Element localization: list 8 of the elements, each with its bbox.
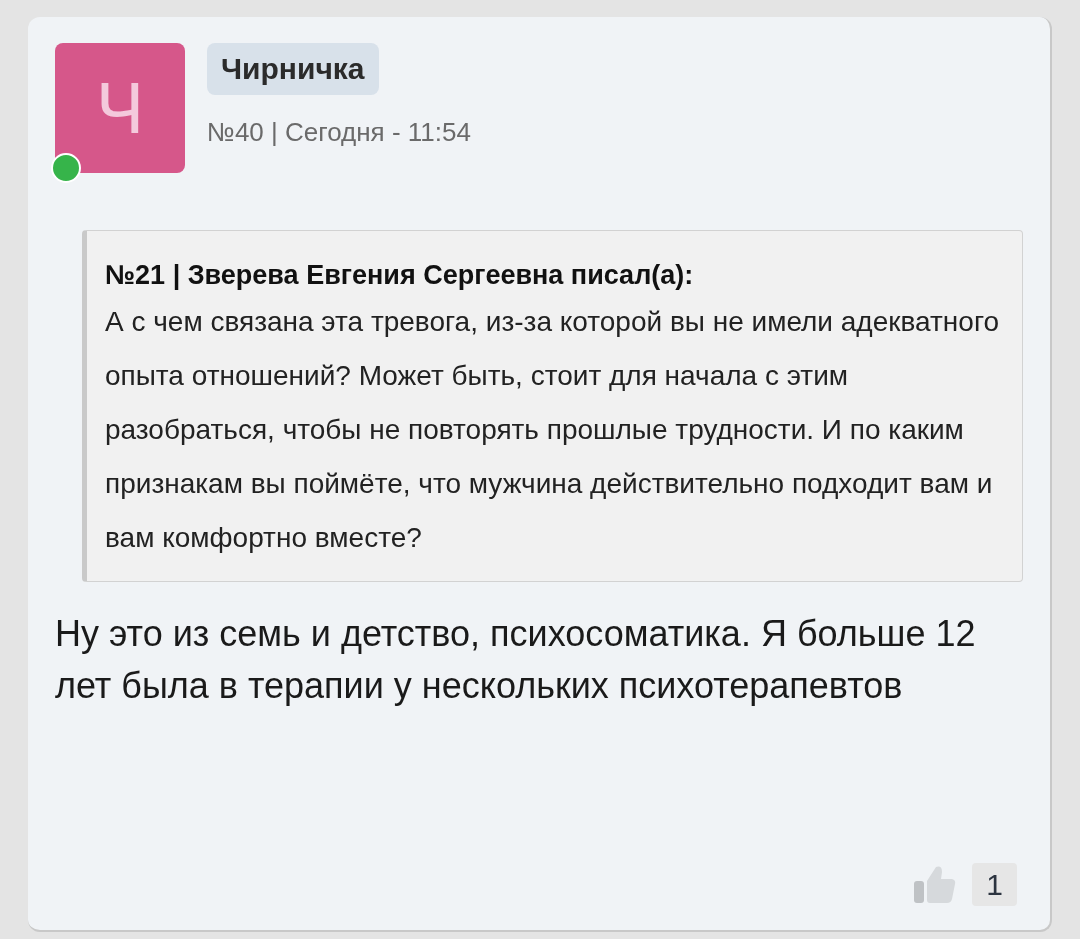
author-name-link[interactable]: Чирничка — [207, 43, 379, 95]
avatar-initial: Ч — [96, 72, 144, 144]
post-meta: №40 | Сегодня - 11:54 — [207, 116, 471, 149]
quote-header: №21 | Зверева Евгения Сергеевна писал(а): — [105, 259, 695, 292]
thumbs-up-icon[interactable] — [914, 864, 957, 905]
post-text: Ну это из семь и детство, психосоматика. Я больше 12 лет была в терапии у нескольких психотерапевтов — [55, 612, 977, 708]
quote-text: А с чем связана эта тревога, из-за которой вы не имели адекватного опыта отношений? Может быть, стоит для начала с этим разобраться, чтобы не повторять прошлые трудности. И по каким признакам вы поймёте, что мужчина действительно подходит вам и вам комфортно вместе? — [105, 305, 1001, 555]
like-count: 1 — [972, 863, 1017, 906]
